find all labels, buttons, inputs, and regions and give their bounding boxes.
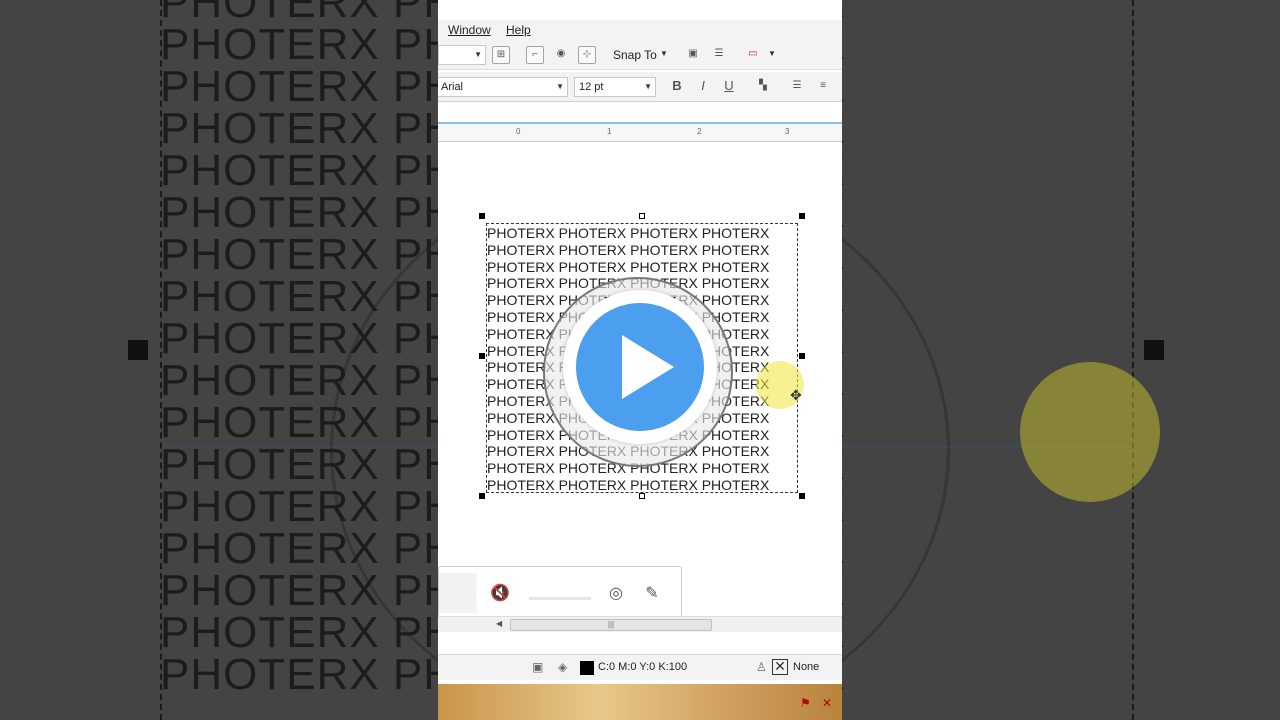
snap-to-label[interactable]: Snap To xyxy=(613,48,657,62)
scroll-left-icon[interactable]: ◀ xyxy=(496,619,502,628)
paragraph-format-icon[interactable]: ▚ xyxy=(754,78,772,96)
ruler-tick: 3 xyxy=(785,127,790,136)
video-play-button[interactable] xyxy=(563,290,717,444)
snap-to-chevron-icon[interactable]: ▼ xyxy=(660,49,668,58)
play-button-circle xyxy=(576,303,704,431)
fill-bucket-icon[interactable]: ◈ xyxy=(558,660,567,674)
handle-top-center[interactable] xyxy=(639,213,645,219)
font-size-combo[interactable]: 12 pt ▼ xyxy=(574,77,656,97)
background-handle-left xyxy=(128,340,148,360)
text-line: PHOTERX PHOTERX PHOTERX PHOTERX xyxy=(487,258,770,275)
font-name-value: Arial xyxy=(441,81,464,93)
background-dash-right xyxy=(1132,0,1134,720)
chevron-down-icon: ▼ xyxy=(474,50,482,59)
scroll-thumb[interactable]: ||| xyxy=(510,619,712,631)
standard-toolbar: ▼ ⊞ ⌐ ◉ ⊹ Snap To ▼ ▣ ☰ ▭ ▼ xyxy=(438,40,842,70)
outline-text: None xyxy=(793,661,820,673)
align-text-icon[interactable]: ≡ xyxy=(814,78,832,96)
speaker-mute-icon[interactable]: 🔇 xyxy=(489,583,511,605)
volume-slider[interactable] xyxy=(529,597,591,600)
handle-middle-left[interactable] xyxy=(479,353,485,359)
snap-grid-icon[interactable]: ⊞ xyxy=(492,46,510,64)
tray-close-icon[interactable]: ✕ xyxy=(822,696,832,710)
font-name-combo[interactable]: Arial ▼ xyxy=(438,77,568,97)
webcam-icon[interactable]: ◎ xyxy=(605,583,627,605)
app-window: Window Help ▼ ⊞ ⌐ ◉ ⊹ Snap To ▼ ▣ ☰ ▭ ▼ … xyxy=(438,0,842,720)
pencil-icon[interactable]: ✎ xyxy=(641,583,663,605)
background-handle-right xyxy=(1144,340,1164,360)
cross-icon[interactable]: ✕ xyxy=(772,659,788,675)
status-bar: ▣ ◈ C:0 M:0 Y:0 K:100 ♙ ✕ None xyxy=(438,654,842,680)
handle-top-right[interactable] xyxy=(799,213,805,219)
text-property-bar: Arial ▼ 12 pt ▼ B I U ▚ ☰ ≡ xyxy=(438,72,842,102)
outline-pen-icon[interactable]: ♙ xyxy=(756,660,767,674)
play-icon xyxy=(622,335,674,399)
bullet-list-icon[interactable]: ☰ xyxy=(788,78,806,96)
handle-bottom-right[interactable] xyxy=(799,493,805,499)
align-icon[interactable]: ☰ xyxy=(710,46,728,64)
drawing-canvas[interactable]: PHOTERX PHOTERX PHOTERX PHOTERX PHOTERX P… xyxy=(438,143,842,563)
menu-window[interactable]: Window xyxy=(448,23,491,37)
horizontal-scrollbar[interactable]: ◀ ||| xyxy=(438,616,842,632)
italic-icon[interactable]: I xyxy=(694,78,712,96)
launch-chevron-icon[interactable]: ▼ xyxy=(768,49,776,58)
tray-flag-icon[interactable]: ⚑ xyxy=(800,696,811,710)
underline-icon[interactable]: U xyxy=(720,78,738,96)
ruler-tick: 1 xyxy=(607,127,612,136)
ruler-tick: 0 xyxy=(516,127,521,136)
chevron-down-icon: ▼ xyxy=(644,82,652,91)
recorder-panel: 🔇 ◎ ✎ xyxy=(438,566,682,618)
object-icon[interactable]: ▣ xyxy=(532,660,543,674)
text-line: PHOTERX PHOTERX PHOTERX PHOTERX xyxy=(487,225,770,241)
ruler-tick: 2 xyxy=(697,127,702,136)
snap-objects-icon[interactable]: ⊹ xyxy=(578,46,596,64)
options-icon[interactable]: ▣ xyxy=(684,46,702,64)
text-line: PHOTERX PHOTERX PHOTERX PHOTERX xyxy=(487,476,770,493)
launch-icon[interactable]: ▭ xyxy=(744,46,762,64)
font-size-value: 12 pt xyxy=(579,81,604,93)
menu-help[interactable]: Help xyxy=(506,23,531,37)
chevron-down-icon: ▼ xyxy=(556,82,564,91)
view-icon[interactable]: ◉ xyxy=(552,46,570,64)
background-dash-left xyxy=(160,0,162,720)
move-cursor-icon: ✥ xyxy=(790,387,802,403)
handle-middle-right[interactable] xyxy=(799,353,805,359)
handle-top-left[interactable] xyxy=(479,213,485,219)
handle-bottom-left[interactable] xyxy=(479,493,485,499)
horizontal-ruler: 0 1 2 3 xyxy=(438,122,842,142)
fill-color-text: C:0 M:0 Y:0 K:100 xyxy=(598,661,688,673)
recorder-panel-left xyxy=(439,573,477,613)
taskbar: ⚑ ✕ xyxy=(438,684,842,720)
fill-color-swatch[interactable] xyxy=(580,661,594,675)
bold-icon[interactable]: B xyxy=(668,78,686,96)
background-cursor-glow xyxy=(1020,362,1160,502)
handle-bottom-center[interactable] xyxy=(639,493,645,499)
zoom-combo[interactable]: ▼ xyxy=(438,45,486,65)
title-bar xyxy=(438,0,842,20)
menu-bar: Window Help xyxy=(438,20,842,40)
guidelines-icon[interactable]: ⌐ xyxy=(526,46,544,64)
text-line: PHOTERX PHOTERX PHOTERX PHOTERX xyxy=(487,241,770,258)
